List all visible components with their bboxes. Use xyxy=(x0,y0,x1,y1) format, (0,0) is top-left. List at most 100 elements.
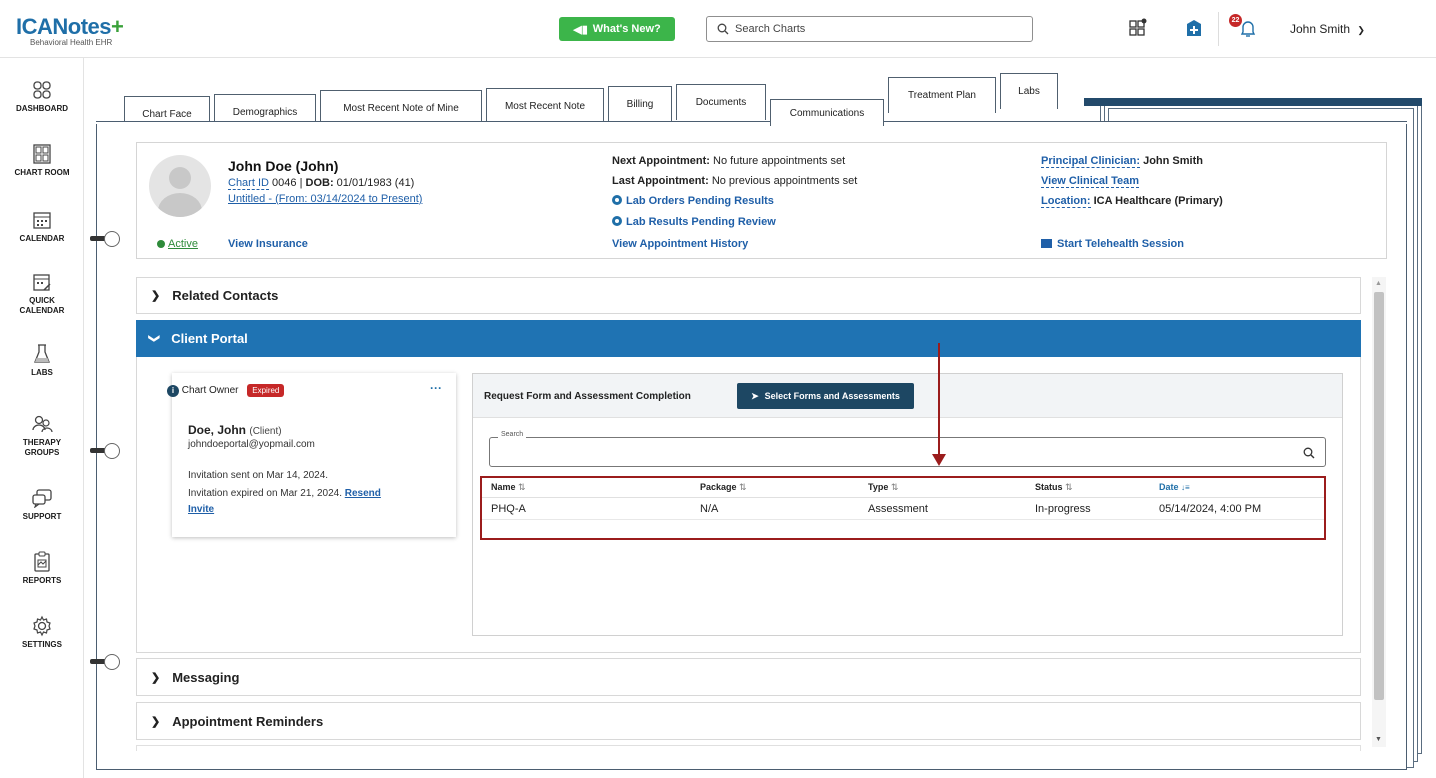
start-telehealth-link[interactable]: Start Telehealth Session xyxy=(1041,238,1184,250)
reports-icon xyxy=(0,550,84,574)
episode-link[interactable]: Untitled - (From: 03/14/2024 to Present) xyxy=(228,193,422,205)
request-panel-header: Request Form and Assessment Completion ➤… xyxy=(473,374,1342,418)
avatar xyxy=(149,155,211,217)
section-appointment-reminders[interactable]: ❯ Appointment Reminders xyxy=(136,702,1361,740)
invitation-expired-text: Invitation expired on Mar 21, 2024. xyxy=(188,488,342,499)
sidebar-item-therapy-groups[interactable]: THERAPY GROUPS xyxy=(0,412,84,458)
principal-clinician: Principal Clinician: John Smith xyxy=(1041,155,1203,168)
tab-labs[interactable]: Labs xyxy=(1000,73,1058,109)
group-icon xyxy=(0,412,84,436)
column-header-type[interactable]: Type ⇅ xyxy=(868,482,898,493)
next-appt-value: No future appointments set xyxy=(713,155,846,167)
tab-documents[interactable]: Documents xyxy=(676,84,766,120)
sidebar-item-dashboard[interactable]: DASHBOARD xyxy=(0,78,84,114)
column-label: Date xyxy=(1159,482,1179,492)
principal-label[interactable]: Principal Clinician: xyxy=(1041,155,1141,168)
chart-id-label[interactable]: Chart ID xyxy=(228,177,269,190)
sidebar-item-label: DASHBOARD xyxy=(16,104,68,113)
column-label: Name xyxy=(491,482,516,492)
column-header-name[interactable]: Name ⇅ xyxy=(491,482,526,493)
sidebar-item-support[interactable]: SUPPORT xyxy=(0,486,84,522)
header-divider xyxy=(1218,12,1219,46)
sidebar-item-label: GROUPS xyxy=(24,448,60,457)
select-forms-button[interactable]: ➤ Select Forms and Assessments xyxy=(737,383,914,409)
app-logo[interactable]: ICANotes+ Behavioral Health EHR xyxy=(16,14,124,47)
section-client-portal[interactable]: ❯ Client Portal xyxy=(136,320,1361,357)
section-partial xyxy=(136,745,1361,751)
logo-text: ICANotes xyxy=(16,14,112,39)
tab-billing[interactable]: Billing xyxy=(608,86,672,122)
more-options-icon[interactable]: ··· xyxy=(430,381,442,395)
cell-status: In-progress xyxy=(1035,503,1091,515)
owner-role: (Client) xyxy=(249,426,282,437)
user-name: John Smith xyxy=(1290,22,1351,36)
telehealth-text: Start Telehealth Session xyxy=(1057,238,1184,250)
lab-results-link[interactable]: Lab Results Pending Review xyxy=(612,216,776,228)
last-appt-label: Last Appointment: xyxy=(612,175,709,187)
search-input[interactable]: Search xyxy=(489,431,1326,467)
column-header-status[interactable]: Status ⇅ xyxy=(1035,482,1073,493)
column-header-package[interactable]: Package ⇅ xyxy=(700,482,747,493)
tab-label: Treatment Plan xyxy=(908,90,976,101)
owner-name: Doe, John (Client) xyxy=(188,423,282,437)
search-placeholder: Search Charts xyxy=(735,23,806,35)
tab-communications[interactable]: Communications xyxy=(770,99,884,126)
sidebar-item-labs[interactable]: LABS xyxy=(0,342,84,378)
hospital-icon[interactable] xyxy=(1182,16,1206,40)
annotation-arrow xyxy=(938,343,940,455)
flask-icon xyxy=(0,342,84,366)
section-related-contacts[interactable]: ❯ Related Contacts xyxy=(136,277,1361,314)
chevron-right-icon: ❯ xyxy=(151,671,161,684)
view-team-text: View Clinical Team xyxy=(1041,175,1140,188)
patient-name: John Doe (John) xyxy=(228,158,339,174)
view-insurance-link[interactable]: View Insurance xyxy=(228,238,308,250)
resend-text: Resend xyxy=(344,488,381,499)
column-header-date[interactable]: Date ↓≡ xyxy=(1159,482,1190,492)
sidebar-item-settings[interactable]: SETTINGS xyxy=(0,614,84,650)
view-appointment-history-link[interactable]: View Appointment History xyxy=(612,238,748,250)
section-messaging[interactable]: ❯ Messaging xyxy=(136,658,1361,696)
dob-label: DOB: xyxy=(305,177,334,189)
sidebar-item-reports[interactable]: REPORTS xyxy=(0,550,84,586)
sidebar-item-label: QUICK xyxy=(29,296,55,305)
tab-most-recent-note[interactable]: Most Recent Note xyxy=(486,88,604,124)
sidebar-item-calendar[interactable]: CALENDAR xyxy=(0,208,84,244)
next-appt-label: Next Appointment: xyxy=(612,155,710,167)
sort-icon: ⇅ xyxy=(1065,482,1073,492)
sidebar-item-chart-room[interactable]: CHART ROOM xyxy=(0,142,84,178)
info-icon: i xyxy=(167,384,179,397)
status-active[interactable]: Active xyxy=(157,238,198,250)
search-legend: Search xyxy=(498,431,527,438)
chevron-right-icon: ❯ xyxy=(151,290,161,302)
user-menu[interactable]: John Smith ❯ xyxy=(1290,22,1365,36)
scroll-down-icon[interactable]: ▼ xyxy=(1375,736,1382,743)
sidebar-item-label: CHART ROOM xyxy=(14,168,70,177)
sidebar-item-label: THERAPY xyxy=(22,438,62,447)
megaphone-icon: ◀▮ xyxy=(573,23,588,36)
select-forms-label: Select Forms and Assessments xyxy=(764,391,900,401)
scrollbar-thumb[interactable] xyxy=(1374,292,1384,700)
status-text: Active xyxy=(168,238,198,250)
view-clinical-team-link[interactable]: View Clinical Team xyxy=(1041,175,1140,188)
calendar-icon xyxy=(0,208,84,232)
location-label[interactable]: Location: xyxy=(1041,195,1091,208)
section-title: Appointment Reminders xyxy=(172,713,324,729)
column-label: Status xyxy=(1035,482,1063,492)
tab-label: Billing xyxy=(626,99,654,110)
sidebar: DASHBOARD CHART ROOM CALENDAR QUICK CALE… xyxy=(0,58,84,778)
invitation-expired: Invitation expired on Mar 21, 2024. Rese… xyxy=(188,486,448,518)
scroll-up-icon[interactable]: ▲ xyxy=(1375,280,1382,287)
patient-header: John Doe (John) Chart ID 0046 | DOB: 01/… xyxy=(136,142,1387,259)
whats-new-button[interactable]: ◀▮ What's New? xyxy=(559,17,675,41)
task-list-icon[interactable] xyxy=(1126,16,1150,40)
binder-ring xyxy=(90,443,120,459)
binder-ring xyxy=(90,231,120,247)
sidebar-item-quick-calendar[interactable]: QUICK CALENDAR xyxy=(0,270,84,316)
sidebar-item-label: SETTINGS xyxy=(21,640,62,649)
search-icon xyxy=(717,23,729,35)
search-icon xyxy=(1303,447,1315,459)
lab-orders-link[interactable]: Lab Orders Pending Results xyxy=(612,195,774,207)
search-charts-input[interactable]: Search Charts xyxy=(706,16,1033,42)
cell-package: N/A xyxy=(700,503,719,515)
tab-treatment-plan[interactable]: Treatment Plan xyxy=(888,77,996,113)
